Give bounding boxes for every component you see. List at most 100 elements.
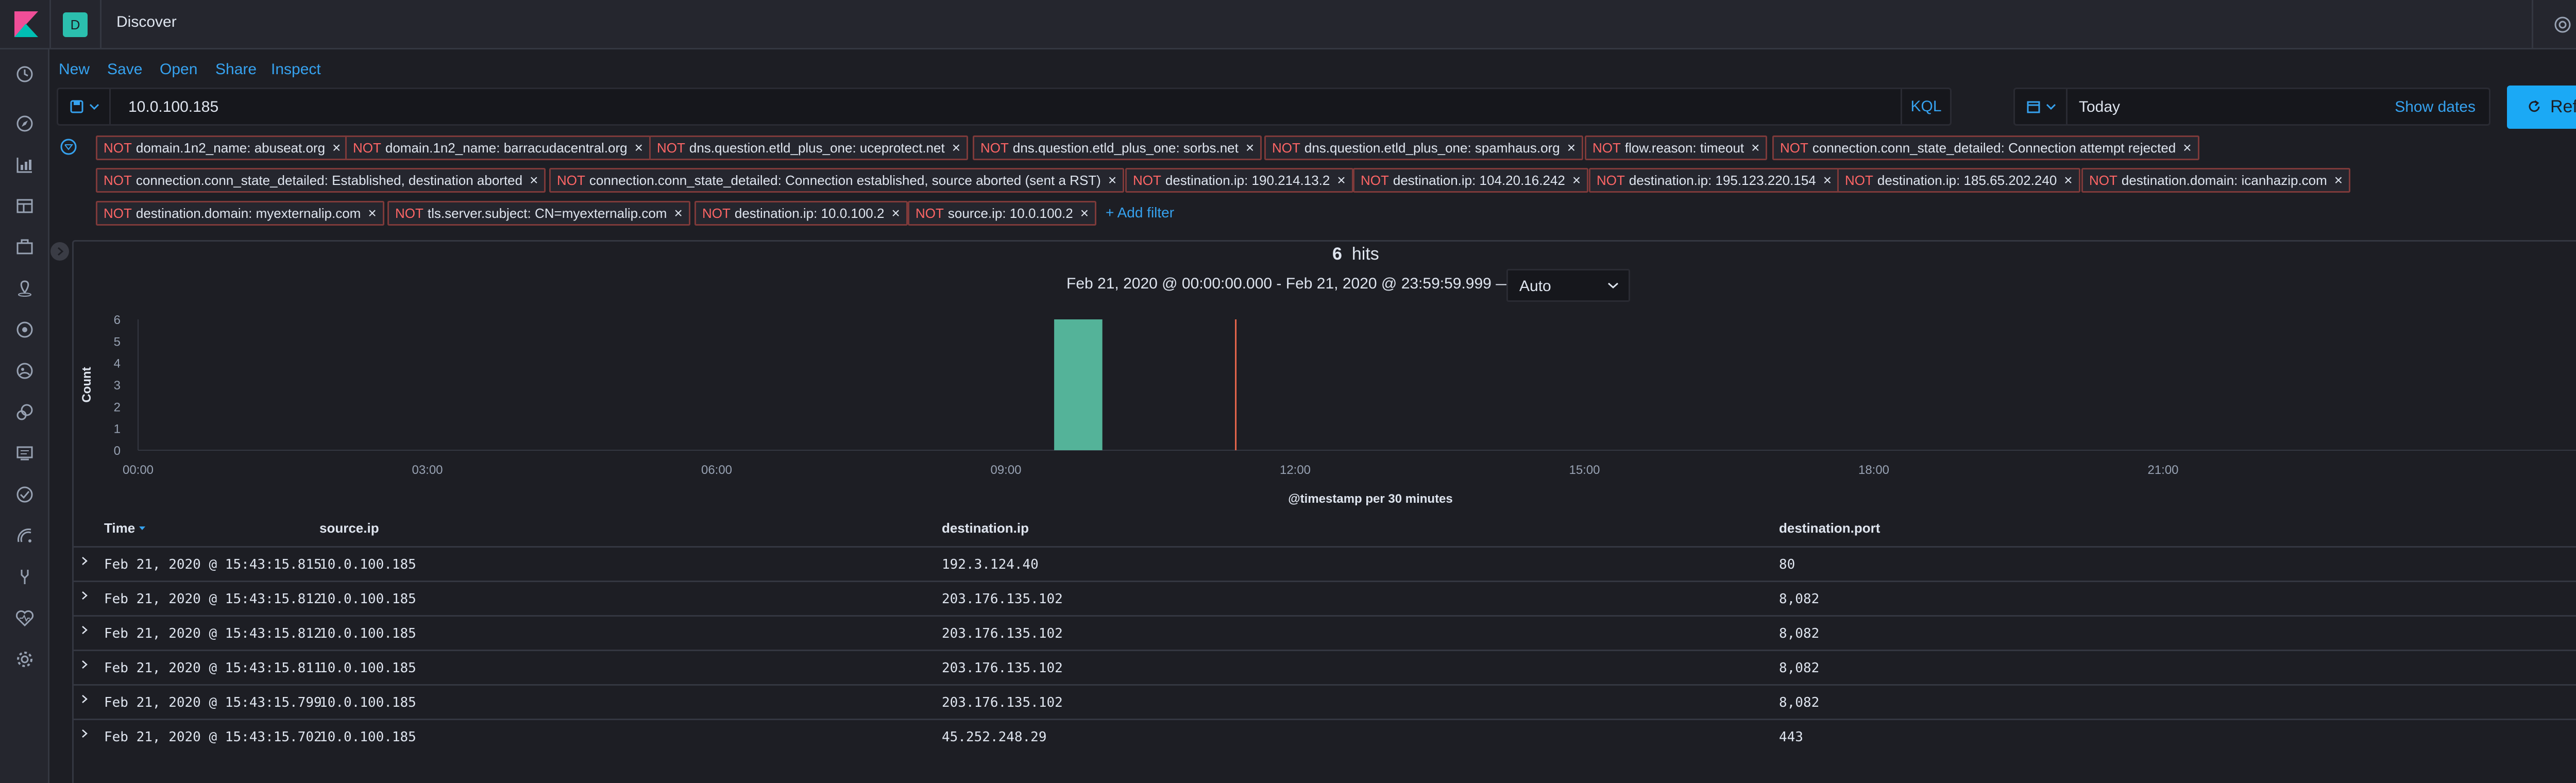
filter-pill[interactable]: NOT dns.question.etld_plus_one: sorbs.net… (973, 135, 1262, 160)
table-row[interactable]: Feb 21, 2020 @ 15:43:15.812 10.0.100.185 2… (73, 581, 2576, 615)
inspect-button[interactable]: Inspect (271, 61, 321, 78)
expand-row-icon[interactable] (80, 693, 93, 708)
add-filter-button[interactable]: + Add filter (1106, 205, 1174, 221)
filter-pill[interactable]: NOT flow.reason: timeout × (1585, 135, 1768, 160)
expand-row-icon[interactable] (80, 658, 93, 674)
column-header[interactable]: Time (104, 520, 135, 536)
management-gear-icon[interactable] (15, 650, 34, 669)
recently-viewed-clock-icon[interactable] (15, 65, 34, 83)
space-avatar[interactable]: D (63, 12, 88, 37)
x-tick-label: 06:00 (701, 463, 732, 477)
quick-menu-button[interactable] (2015, 89, 2067, 124)
expand-row-icon[interactable] (80, 624, 93, 639)
filter-pill[interactable]: NOT destination.ip: 195.123.220.154 × (1589, 168, 1840, 193)
remove-filter-icon[interactable]: × (1823, 172, 1832, 188)
visualize-icon[interactable] (15, 156, 34, 174)
filter-label: domain.1n2_name: abuseat.org (135, 140, 326, 156)
table-cell: 192.3.124.40 (942, 557, 1039, 572)
maps-icon[interactable] (15, 279, 34, 298)
column-header[interactable]: destination.ip (942, 520, 1029, 536)
filter-negation-label: NOT (1592, 140, 1621, 156)
filter-pill[interactable]: NOT connection.conn_state_detailed: Conne… (549, 168, 1125, 193)
x-tick-label: 18:00 (1858, 463, 1889, 477)
table-cell: Feb 21, 2020 @ 15:43:15.812 (104, 591, 322, 607)
filter-pill[interactable]: NOT destination.ip: 10.0.100.2 × (694, 201, 908, 226)
remove-filter-icon[interactable]: × (2183, 140, 2191, 156)
dev-tools-icon[interactable] (15, 568, 34, 586)
remove-filter-icon[interactable]: × (1080, 205, 1089, 221)
search-input[interactable]: 10.0.100.185 (128, 98, 218, 116)
canvas-icon[interactable] (15, 238, 34, 257)
uptime-icon[interactable] (15, 526, 34, 545)
remove-filter-icon[interactable]: × (332, 140, 341, 156)
remove-filter-icon[interactable]: × (1246, 140, 1254, 156)
graph-icon[interactable] (15, 362, 34, 380)
stack-monitoring-icon[interactable] (15, 609, 34, 627)
filter-pill[interactable]: NOT connection.conn_state_detailed: Estab… (96, 168, 546, 193)
sort-descending-icon[interactable] (138, 524, 146, 534)
remove-filter-icon[interactable]: × (1751, 140, 1759, 156)
table-row[interactable]: Feb 21, 2020 @ 15:43:15.815 10.0.100.185 1… (73, 546, 2576, 580)
x-tick-label: 21:00 (2147, 463, 2178, 477)
filter-label: connection.conn_state_detailed: Connecti… (1812, 140, 2176, 156)
filter-negation-label: NOT (557, 173, 585, 188)
filter-options-icon[interactable] (60, 138, 77, 156)
share-button[interactable]: Share (215, 61, 257, 78)
remove-filter-icon[interactable]: × (1567, 140, 1575, 156)
table-row[interactable]: Feb 21, 2020 @ 15:43:15.812 10.0.100.185 2… (73, 615, 2576, 649)
open-button[interactable]: Open (160, 61, 197, 78)
column-header[interactable]: source.ip (319, 520, 379, 536)
logs-icon[interactable] (15, 444, 34, 463)
filter-pill[interactable]: NOT connection.conn_state_detailed: Conne… (1772, 135, 2199, 160)
filter-pill[interactable]: NOT source.ip: 10.0.100.2 × (908, 201, 1097, 226)
remove-filter-icon[interactable]: × (368, 205, 376, 221)
column-header[interactable]: destination.port (1779, 520, 1880, 536)
kibana-logo[interactable] (14, 11, 38, 37)
remove-filter-icon[interactable]: × (891, 205, 900, 221)
new-button[interactable]: New (59, 61, 90, 78)
filter-pill[interactable]: NOT domain.1n2_name: abuseat.org × (96, 135, 349, 160)
expand-row-icon[interactable] (80, 727, 93, 743)
saved-query-button[interactable] (58, 89, 111, 124)
query-language-toggle[interactable]: KQL (1901, 89, 1950, 124)
table-row[interactable]: Feb 21, 2020 @ 15:43:15.799 10.0.100.185 2… (73, 684, 2576, 718)
show-dates-link[interactable]: Show dates (2395, 98, 2476, 116)
filter-pill[interactable]: NOT tls.server.subject: CN=myexternalip.c… (387, 201, 690, 226)
date-range-value[interactable]: Today (2079, 98, 2120, 116)
filter-pill[interactable]: NOT destination.ip: 104.20.16.242 × (1353, 168, 1589, 193)
help-icon[interactable] (2553, 15, 2572, 34)
save-button[interactable]: Save (107, 61, 142, 78)
remove-filter-icon[interactable]: × (1572, 172, 1581, 188)
table-row[interactable]: Feb 21, 2020 @ 15:43:15.811 10.0.100.185 2… (73, 650, 2576, 684)
expand-row-icon[interactable] (80, 589, 93, 605)
remove-filter-icon[interactable]: × (1108, 172, 1116, 188)
table-row[interactable]: Feb 21, 2020 @ 15:43:15.702 10.0.100.185 4… (73, 719, 2576, 753)
filter-pill[interactable]: NOT destination.ip: 190.214.13.2 × (1125, 168, 1353, 193)
remove-filter-icon[interactable]: × (674, 205, 682, 221)
filter-negation-label: NOT (1133, 173, 1161, 188)
filter-pill[interactable]: NOT destination.domain: myexternalip.com × (96, 201, 384, 226)
discover-compass-icon[interactable] (15, 114, 34, 133)
remove-filter-icon[interactable]: × (2064, 172, 2072, 188)
remove-filter-icon[interactable]: × (2334, 172, 2343, 188)
refresh-button[interactable]: Refresh (2507, 86, 2576, 129)
refresh-icon (2529, 100, 2540, 112)
machine-learning-icon[interactable] (15, 320, 34, 339)
apm-icon[interactable] (15, 485, 34, 504)
collapse-sidebar-button[interactable] (50, 242, 69, 261)
expand-row-icon[interactable] (80, 555, 93, 570)
remove-filter-icon[interactable]: × (952, 140, 960, 156)
filter-pill[interactable]: NOT dns.question.etld_plus_one: spamhaus.… (1264, 135, 1584, 160)
siem-icon[interactable] (15, 403, 34, 421)
y-tick-label: 3 (114, 379, 121, 393)
remove-filter-icon[interactable]: × (635, 140, 643, 156)
remove-filter-icon[interactable]: × (1337, 172, 1345, 188)
dashboard-icon[interactable] (15, 197, 34, 215)
filter-pill[interactable]: NOT destination.domain: icanhazip.com × (2081, 168, 2351, 193)
filter-pill[interactable]: NOT dns.question.etld_plus_one: uceprotec… (649, 135, 969, 160)
y-tick-label: 4 (114, 357, 121, 371)
filter-pill[interactable]: NOT domain.1n2_name: barracudacentral.org… (345, 135, 651, 160)
interval-select[interactable]: Auto (1506, 269, 1630, 302)
remove-filter-icon[interactable]: × (530, 172, 538, 188)
filter-pill[interactable]: NOT destination.ip: 185.65.202.240 × (1837, 168, 2080, 193)
